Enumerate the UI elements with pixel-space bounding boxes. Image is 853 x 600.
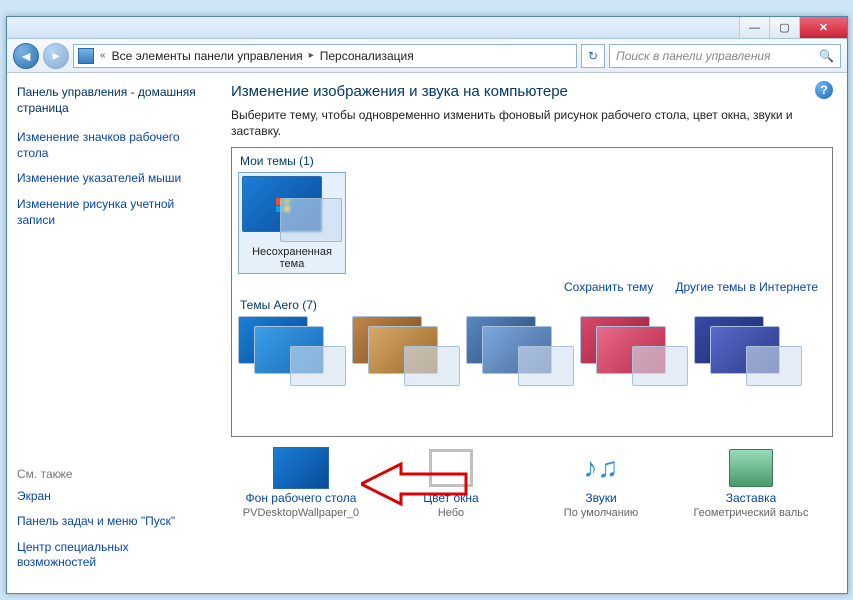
titlebar: — ▢ ✕: [7, 17, 847, 39]
sounds-icon: ♪♫: [584, 452, 619, 484]
screensaver-button[interactable]: Заставка Геометрический вальс: [681, 447, 821, 519]
aero-theme-3[interactable]: [466, 316, 574, 386]
save-theme-link[interactable]: Сохранить тему: [564, 280, 653, 294]
page-description: Выберите тему, чтобы одновременно измени…: [231, 108, 833, 139]
aero-theme-5[interactable]: [694, 316, 802, 386]
window-color-button[interactable]: Цвет окна Небо: [381, 447, 521, 519]
sidebar-link-desktop-icons[interactable]: Изменение значков рабочего стола: [17, 130, 207, 161]
navigation-bar: ◄ ▸ « Все элементы панели управления ▸ П…: [7, 39, 847, 73]
refresh-button[interactable]: ↻: [581, 44, 605, 68]
page-title: Изменение изображения и звука на компьют…: [231, 83, 833, 100]
see-also-taskbar[interactable]: Панель задач и меню "Пуск": [17, 514, 207, 530]
aero-theme-2[interactable]: [352, 316, 460, 386]
theme-thumbnail: [242, 176, 342, 242]
search-icon: 🔍: [819, 49, 834, 63]
saver-value: Геометрический вальс: [693, 507, 808, 519]
chevron-right-icon: ▸: [309, 50, 314, 61]
maximize-button[interactable]: ▢: [769, 17, 799, 38]
see-also-ease-of-access[interactable]: Центр специальных возможностей: [17, 540, 207, 571]
themes-panel: Мои темы (1) Несохраненная тема Сохранит…: [231, 147, 833, 437]
sounds-label: Звуки: [585, 491, 616, 505]
back-button[interactable]: ◄: [13, 43, 39, 69]
desktop-background-button[interactable]: Фон рабочего стола PVDesktopWallpaper_0: [231, 447, 371, 519]
sounds-value: По умолчанию: [564, 507, 638, 519]
search-input[interactable]: Поиск в панели управления 🔍: [609, 44, 841, 68]
wallpaper-label: Фон рабочего стола: [246, 491, 357, 505]
sidebar: Панель управления - домашняя страница Из…: [7, 73, 217, 593]
sidebar-link-account-picture[interactable]: Изменение рисунка учетной записи: [17, 197, 207, 228]
color-value: Небо: [438, 507, 464, 519]
sounds-button[interactable]: ♪♫ Звуки По умолчанию: [531, 447, 671, 519]
content-body: Панель управления - домашняя страница Из…: [7, 73, 847, 593]
personalization-window: — ▢ ✕ ◄ ▸ « Все элементы панели управлен…: [6, 16, 848, 594]
sidebar-link-mouse-pointers[interactable]: Изменение указателей мыши: [17, 171, 207, 187]
help-icon[interactable]: ?: [815, 81, 833, 99]
breadcrumb-parent[interactable]: Все элементы панели управления: [112, 49, 303, 63]
wallpaper-value: PVDesktopWallpaper_0: [243, 507, 359, 519]
theme-name-label: Несохраненная тема: [242, 246, 342, 270]
color-label: Цвет окна: [423, 491, 478, 505]
saver-label: Заставка: [726, 491, 777, 505]
search-placeholder: Поиск в панели управления: [616, 49, 771, 63]
main-content: ? Изменение изображения и звука на компь…: [217, 73, 847, 593]
aero-theme-4[interactable]: [580, 316, 688, 386]
more-themes-link[interactable]: Другие темы в Интернете: [675, 280, 818, 294]
theme-unsaved[interactable]: Несохраненная тема: [238, 172, 346, 274]
close-button[interactable]: ✕: [799, 17, 847, 38]
see-also-heading: См. также: [17, 467, 207, 481]
address-bar[interactable]: « Все элементы панели управления ▸ Персо…: [73, 44, 577, 68]
aero-themes-label: Темы Aero (7): [240, 298, 826, 312]
minimize-button[interactable]: —: [739, 17, 769, 38]
see-also-display[interactable]: Экран: [17, 489, 207, 505]
my-themes-label: Мои темы (1): [240, 154, 826, 168]
control-panel-home-link[interactable]: Панель управления - домашняя страница: [17, 85, 207, 116]
screensaver-icon: [729, 449, 773, 487]
control-panel-icon: [78, 48, 94, 64]
aero-theme-1[interactable]: [238, 316, 346, 386]
theme-components-row: Фон рабочего стола PVDesktopWallpaper_0 …: [231, 447, 833, 519]
wallpaper-icon: [273, 447, 329, 489]
forward-button[interactable]: ▸: [43, 43, 69, 69]
chevron-icon: «: [100, 50, 106, 61]
window-color-icon: [429, 449, 473, 487]
breadcrumb-current[interactable]: Персонализация: [320, 49, 414, 63]
